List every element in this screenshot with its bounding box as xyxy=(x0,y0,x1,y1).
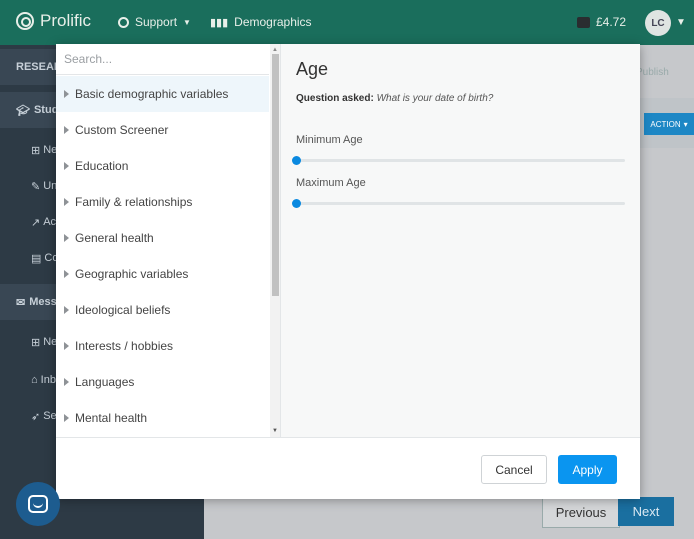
filter-detail-pane: Age Question asked: What is your date of… xyxy=(281,44,640,437)
caret-right-icon xyxy=(64,414,69,422)
category-list-pane: Basic demographic variables Custom Scree… xyxy=(56,44,281,437)
maximum-age-label: Maximum Age xyxy=(296,177,366,189)
category-item-education[interactable]: Education xyxy=(56,148,269,184)
caret-right-icon xyxy=(64,234,69,242)
category-label: Languages xyxy=(75,375,135,389)
minimum-age-label: Minimum Age xyxy=(296,134,363,146)
demographics-filter-modal: Basic demographic variables Custom Scree… xyxy=(56,44,640,499)
maximum-age-slider-thumb[interactable] xyxy=(292,199,301,208)
category-item-general-health[interactable]: General health xyxy=(56,220,269,256)
question-label: Question asked: xyxy=(296,93,374,104)
category-label: Mental health xyxy=(75,411,148,425)
search-input[interactable] xyxy=(56,44,269,75)
caret-right-icon xyxy=(64,342,69,350)
category-item-languages[interactable]: Languages xyxy=(56,364,269,400)
category-item-basic-demographic-variables[interactable]: Basic demographic variables xyxy=(56,76,269,112)
category-item-ideological-beliefs[interactable]: Ideological beliefs xyxy=(56,292,269,328)
category-label: Ideological beliefs xyxy=(75,303,171,317)
category-label: Custom Screener xyxy=(75,123,169,137)
modal-footer: Cancel Apply xyxy=(56,437,640,499)
minimum-age-slider[interactable] xyxy=(292,156,625,165)
caret-right-icon xyxy=(64,198,69,206)
caret-right-icon xyxy=(64,378,69,386)
apply-button[interactable]: Apply xyxy=(558,455,617,484)
cancel-button[interactable]: Cancel xyxy=(481,455,547,484)
category-item-interests-hobbies[interactable]: Interests / hobbies xyxy=(56,328,269,364)
chat-bubble-icon xyxy=(28,495,48,513)
maximum-age-slider[interactable] xyxy=(292,199,625,208)
category-item-family-relationships[interactable]: Family & relationships xyxy=(56,184,269,220)
category-item-custom-screener[interactable]: Custom Screener xyxy=(56,112,269,148)
question-asked: Question asked: What is your date of bir… xyxy=(296,93,493,104)
scroll-down-arrow-icon[interactable]: ▼ xyxy=(272,428,278,434)
category-label: Interests / hobbies xyxy=(75,339,174,353)
category-label: Basic demographic variables xyxy=(75,87,229,101)
category-label: Family & relationships xyxy=(75,195,193,209)
scroll-up-arrow-icon[interactable]: ▲ xyxy=(272,47,278,53)
support-chat-launcher[interactable] xyxy=(16,482,60,526)
caret-right-icon xyxy=(64,270,69,278)
category-label: Education xyxy=(75,159,129,173)
minimum-age-slider-thumb[interactable] xyxy=(292,156,301,165)
caret-right-icon xyxy=(64,306,69,314)
caret-right-icon xyxy=(64,90,69,98)
category-item-geographic-variables[interactable]: Geographic variables xyxy=(56,256,269,292)
category-item-mental-health[interactable]: Mental health xyxy=(56,400,269,436)
category-label: General health xyxy=(75,231,154,245)
question-text: What is your date of birth? xyxy=(376,93,494,104)
category-label: Geographic variables xyxy=(75,267,189,281)
scrollbar-thumb[interactable] xyxy=(272,54,279,296)
caret-right-icon xyxy=(64,162,69,170)
caret-right-icon xyxy=(64,126,69,134)
filter-title: Age xyxy=(296,59,329,79)
